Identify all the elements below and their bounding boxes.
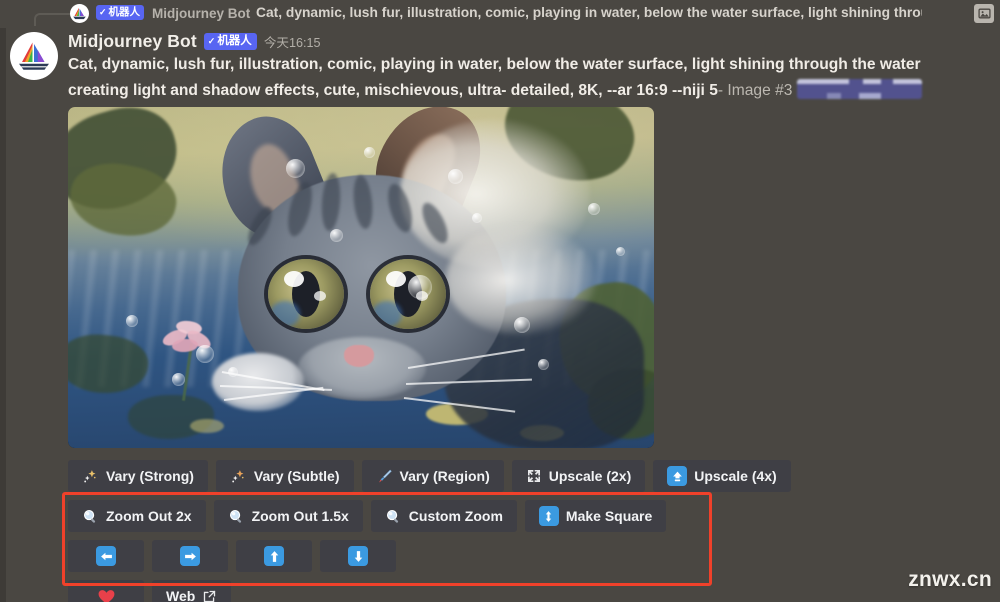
- prompt-line-2-wrapper: creating light and shadow effects, cute,…: [68, 78, 988, 104]
- zoom-out-15x-button[interactable]: Zoom Out 1.5x: [213, 500, 363, 532]
- cat-paw: [212, 353, 304, 411]
- cat-illustration: [194, 107, 644, 448]
- button-label: Vary (Strong): [106, 468, 194, 484]
- message-header: Midjourney Bot ✓ 机器人 今天16:15: [68, 31, 321, 52]
- cat-nose: [344, 345, 374, 367]
- action-button-rows: Vary (Strong) Vary (Subtle) Vary (Region…: [68, 460, 988, 602]
- check-icon: ✓: [207, 36, 216, 46]
- arrow-left-icon: [96, 546, 116, 566]
- make-square-button[interactable]: Make Square: [524, 500, 667, 532]
- generated-image-canvas: [68, 107, 654, 448]
- vary-subtle-button[interactable]: Vary (Subtle): [215, 460, 354, 492]
- bot-badge-label: 机器人: [108, 6, 141, 18]
- pan-down-button[interactable]: [320, 540, 396, 572]
- discord-message-screenshot: ✓ 机器人 Midjourney Bot Cat, dynamic, lush …: [0, 0, 1000, 602]
- zoom-out-2x-button[interactable]: Zoom Out 2x: [68, 500, 206, 532]
- bot-badge-label: 机器人: [217, 35, 252, 47]
- message-timestamp: 今天16:15: [263, 36, 321, 50]
- button-label: Upscale (4x): [694, 468, 777, 484]
- upscale-4x-button[interactable]: Upscale (4x): [653, 460, 791, 492]
- zoom-row: Zoom Out 2x Zoom Out 1.5x Custom Zoom Ma…: [68, 500, 988, 532]
- arrow-up-box-icon: [667, 466, 688, 486]
- message-content: Cat, dynamic, lush fur, illustration, co…: [68, 52, 988, 104]
- sparkles-icon: [82, 468, 99, 485]
- arrow-down-icon: [348, 546, 368, 566]
- arrow-up-icon: [264, 546, 284, 566]
- magnifier-icon: [82, 508, 99, 525]
- favorite-button[interactable]: [68, 580, 144, 602]
- arrow-up-down-icon: [538, 506, 559, 526]
- magnifier-icon: [228, 508, 245, 525]
- watermark: znwx.cn: [908, 568, 992, 591]
- arrow-right-icon: [180, 546, 200, 566]
- button-label: Zoom Out 2x: [106, 508, 192, 524]
- button-label: Make Square: [565, 508, 653, 524]
- reply-author-name: Midjourney Bot: [152, 6, 251, 21]
- button-label: Vary (Region): [399, 468, 490, 484]
- cat-eye-right: [370, 259, 446, 329]
- button-label: Upscale (2x): [548, 468, 632, 484]
- reply-reference-bar[interactable]: ✓ 机器人 Midjourney Bot Cat, dynamic, lush …: [0, 0, 1000, 28]
- generated-image[interactable]: [68, 107, 654, 448]
- external-link-icon: [202, 589, 217, 602]
- redacted-mention-pill: [797, 79, 923, 99]
- avatar[interactable]: [10, 32, 58, 80]
- bot-badge: ✓ 机器人: [203, 33, 257, 50]
- paintbrush-icon: [376, 468, 393, 485]
- vary-region-button[interactable]: Vary (Region): [361, 460, 504, 492]
- button-label: Custom Zoom: [408, 508, 503, 524]
- sparkles-icon: [230, 468, 247, 485]
- vary-strong-button[interactable]: Vary (Strong): [68, 460, 208, 492]
- pan-left-button[interactable]: [68, 540, 144, 572]
- web-button[interactable]: Web: [152, 580, 232, 602]
- favorite-web-row: Web: [68, 580, 988, 602]
- prompt-line-1: Cat, dynamic, lush fur, illustration, co…: [68, 56, 921, 73]
- vary-upscale-row: Vary (Strong) Vary (Subtle) Vary (Region…: [68, 460, 988, 492]
- pan-right-button[interactable]: [152, 540, 228, 572]
- expand-arrows-icon: [526, 468, 542, 484]
- midjourney-sailboat-icon: [70, 4, 89, 23]
- pan-row: [68, 540, 988, 572]
- check-icon: ✓: [99, 7, 107, 17]
- pan-up-button[interactable]: [236, 540, 312, 572]
- left-edge-divider: [0, 0, 6, 602]
- upscale-2x-button[interactable]: Upscale (2x): [511, 460, 646, 492]
- bot-badge: ✓ 机器人: [96, 5, 145, 20]
- prompt-line-2: creating light and shadow effects, cute,…: [68, 82, 718, 99]
- message-author-name[interactable]: Midjourney Bot: [68, 31, 197, 52]
- button-label: Zoom Out 1.5x: [251, 508, 349, 524]
- image-icon: [974, 4, 994, 23]
- magnifier-icon: [385, 508, 402, 525]
- custom-zoom-button[interactable]: Custom Zoom: [370, 500, 517, 532]
- button-label: Vary (Subtle): [253, 468, 340, 484]
- reply-snippet: Cat, dynamic, lush fur, illustration, co…: [256, 5, 922, 20]
- heart-icon: [97, 587, 116, 602]
- button-label: Web: [166, 588, 196, 602]
- cat-eye-left: [268, 259, 344, 329]
- image-index-label: - Image #3: [717, 82, 793, 99]
